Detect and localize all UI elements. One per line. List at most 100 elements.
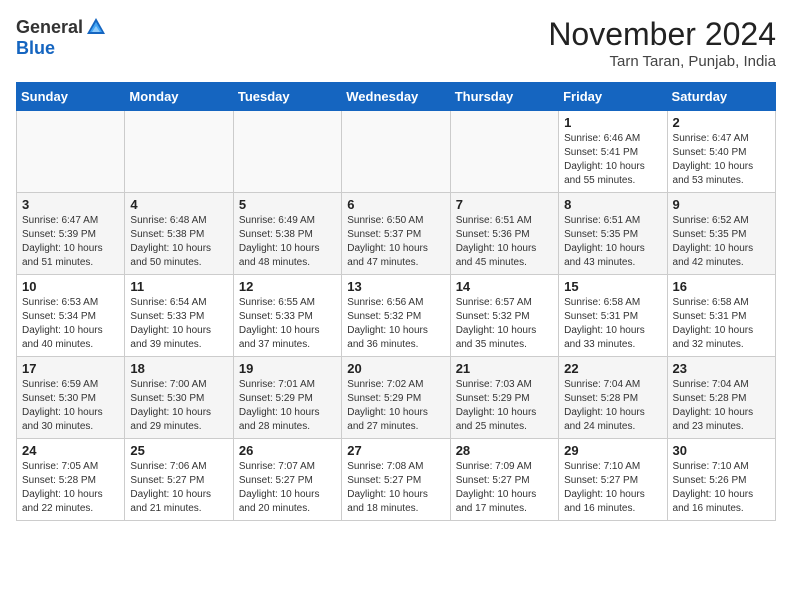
day-number: 30 — [673, 443, 770, 458]
day-info: Sunrise: 6:58 AM Sunset: 5:31 PM Dayligh… — [564, 296, 661, 352]
day-info: Sunrise: 6:57 AM Sunset: 5:32 PM Dayligh… — [456, 296, 553, 352]
day-info: Sunrise: 6:50 AM Sunset: 5:37 PM Dayligh… — [347, 214, 444, 270]
day-info: Sunrise: 6:46 AM Sunset: 5:41 PM Dayligh… — [564, 132, 661, 188]
calendar-cell: 12 Sunrise: 6:55 AM Sunset: 5:33 PM Dayli… — [233, 275, 341, 357]
day-info: Sunrise: 6:49 AM Sunset: 5:38 PM Dayligh… — [239, 214, 336, 270]
calendar-header-row: SundayMondayTuesdayWednesdayThursdayFrid… — [17, 83, 776, 111]
day-info: Sunrise: 7:03 AM Sunset: 5:29 PM Dayligh… — [456, 378, 553, 434]
calendar-cell: 24 Sunrise: 7:05 AM Sunset: 5:28 PM Dayli… — [17, 439, 125, 521]
day-number: 10 — [22, 279, 119, 294]
day-info: Sunrise: 6:47 AM Sunset: 5:39 PM Dayligh… — [22, 214, 119, 270]
month-title: November 2024 — [548, 16, 776, 53]
calendar-cell: 7Sunrise: 6:51 AM Sunset: 5:36 PM Daylig… — [450, 193, 558, 275]
day-info: Sunrise: 7:07 AM Sunset: 5:27 PM Dayligh… — [239, 460, 336, 516]
calendar-cell: 8Sunrise: 6:51 AM Sunset: 5:35 PM Daylig… — [559, 193, 667, 275]
day-number: 22 — [564, 361, 661, 376]
calendar-cell — [233, 111, 341, 193]
day-info: Sunrise: 7:09 AM Sunset: 5:27 PM Dayligh… — [456, 460, 553, 516]
calendar-cell — [342, 111, 450, 193]
logo-general-text: General — [16, 17, 83, 38]
calendar-week-row: 17Sunrise: 6:59 AM Sunset: 5:30 PM Dayli… — [17, 357, 776, 439]
day-number: 26 — [239, 443, 336, 458]
day-number: 6 — [347, 197, 444, 212]
calendar-cell: 13 Sunrise: 6:56 AM Sunset: 5:32 PM Dayli… — [342, 275, 450, 357]
day-info: Sunrise: 7:05 AM Sunset: 5:28 PM Dayligh… — [22, 460, 119, 516]
calendar-cell: 5 Sunrise: 6:49 AM Sunset: 5:38 PM Daylig… — [233, 193, 341, 275]
weekday-header: Monday — [125, 83, 233, 111]
day-info: Sunrise: 7:01 AM Sunset: 5:29 PM Dayligh… — [239, 378, 336, 434]
day-number: 29 — [564, 443, 661, 458]
weekday-header: Tuesday — [233, 83, 341, 111]
calendar-cell: 3 Sunrise: 6:47 AM Sunset: 5:39 PM Daylig… — [17, 193, 125, 275]
calendar-cell: 14Sunrise: 6:57 AM Sunset: 5:32 PM Dayli… — [450, 275, 558, 357]
calendar-cell: 21 Sunrise: 7:03 AM Sunset: 5:29 PM Dayli… — [450, 357, 558, 439]
day-info: Sunrise: 6:59 AM Sunset: 5:30 PM Dayligh… — [22, 378, 119, 434]
day-info: Sunrise: 6:51 AM Sunset: 5:36 PM Dayligh… — [456, 214, 553, 270]
day-info: Sunrise: 7:06 AM Sunset: 5:27 PM Dayligh… — [130, 460, 227, 516]
day-info: Sunrise: 6:58 AM Sunset: 5:31 PM Dayligh… — [673, 296, 770, 352]
weekday-header: Saturday — [667, 83, 775, 111]
day-number: 21 — [456, 361, 553, 376]
day-info: Sunrise: 7:10 AM Sunset: 5:27 PM Dayligh… — [564, 460, 661, 516]
logo-blue-text: Blue — [16, 38, 55, 59]
day-number: 2 — [673, 115, 770, 130]
page-header: General Blue November 2024 Tarn Taran, P… — [16, 16, 776, 70]
calendar-cell: 25Sunrise: 7:06 AM Sunset: 5:27 PM Dayli… — [125, 439, 233, 521]
day-number: 24 — [22, 443, 119, 458]
day-info: Sunrise: 7:02 AM Sunset: 5:29 PM Dayligh… — [347, 378, 444, 434]
day-number: 3 — [22, 197, 119, 212]
calendar-cell: 11 Sunrise: 6:54 AM Sunset: 5:33 PM Dayli… — [125, 275, 233, 357]
day-number: 5 — [239, 197, 336, 212]
calendar-cell: 19 Sunrise: 7:01 AM Sunset: 5:29 PM Dayli… — [233, 357, 341, 439]
day-number: 12 — [239, 279, 336, 294]
day-number: 15 — [564, 279, 661, 294]
day-number: 28 — [456, 443, 553, 458]
day-number: 9 — [673, 197, 770, 212]
calendar-week-row: 1 Sunrise: 6:46 AM Sunset: 5:41 PM Daylig… — [17, 111, 776, 193]
day-info: Sunrise: 6:55 AM Sunset: 5:33 PM Dayligh… — [239, 296, 336, 352]
day-info: Sunrise: 6:53 AM Sunset: 5:34 PM Dayligh… — [22, 296, 119, 352]
calendar-week-row: 3 Sunrise: 6:47 AM Sunset: 5:39 PM Daylig… — [17, 193, 776, 275]
calendar-cell — [17, 111, 125, 193]
calendar-cell: 4 Sunrise: 6:48 AM Sunset: 5:38 PM Daylig… — [125, 193, 233, 275]
day-number: 11 — [130, 279, 227, 294]
calendar-cell: 22 Sunrise: 7:04 AM Sunset: 5:28 PM Dayli… — [559, 357, 667, 439]
weekday-header: Sunday — [17, 83, 125, 111]
day-info: Sunrise: 6:47 AM Sunset: 5:40 PM Dayligh… — [673, 132, 770, 188]
calendar-cell — [125, 111, 233, 193]
weekday-header: Thursday — [450, 83, 558, 111]
day-number: 13 — [347, 279, 444, 294]
day-number: 27 — [347, 443, 444, 458]
calendar-cell: 6 Sunrise: 6:50 AM Sunset: 5:37 PM Daylig… — [342, 193, 450, 275]
day-info: Sunrise: 7:10 AM Sunset: 5:26 PM Dayligh… — [673, 460, 770, 516]
day-info: Sunrise: 6:52 AM Sunset: 5:35 PM Dayligh… — [673, 214, 770, 270]
calendar-cell: 28 Sunrise: 7:09 AM Sunset: 5:27 PM Dayli… — [450, 439, 558, 521]
day-info: Sunrise: 6:56 AM Sunset: 5:32 PM Dayligh… — [347, 296, 444, 352]
day-info: Sunrise: 7:04 AM Sunset: 5:28 PM Dayligh… — [564, 378, 661, 434]
calendar-cell: 18Sunrise: 7:00 AM Sunset: 5:30 PM Dayli… — [125, 357, 233, 439]
calendar-week-row: 10 Sunrise: 6:53 AM Sunset: 5:34 PM Dayli… — [17, 275, 776, 357]
calendar-cell: 1 Sunrise: 6:46 AM Sunset: 5:41 PM Daylig… — [559, 111, 667, 193]
day-number: 20 — [347, 361, 444, 376]
logo-icon — [85, 16, 107, 38]
calendar-cell: 30 Sunrise: 7:10 AM Sunset: 5:26 PM Dayli… — [667, 439, 775, 521]
calendar-cell: 9 Sunrise: 6:52 AM Sunset: 5:35 PM Daylig… — [667, 193, 775, 275]
day-info: Sunrise: 6:48 AM Sunset: 5:38 PM Dayligh… — [130, 214, 227, 270]
calendar-cell: 29 Sunrise: 7:10 AM Sunset: 5:27 PM Dayli… — [559, 439, 667, 521]
day-info: Sunrise: 6:54 AM Sunset: 5:33 PM Dayligh… — [130, 296, 227, 352]
day-info: Sunrise: 7:08 AM Sunset: 5:27 PM Dayligh… — [347, 460, 444, 516]
day-info: Sunrise: 7:04 AM Sunset: 5:28 PM Dayligh… — [673, 378, 770, 434]
day-number: 4 — [130, 197, 227, 212]
day-number: 19 — [239, 361, 336, 376]
calendar-table: SundayMondayTuesdayWednesdayThursdayFrid… — [16, 82, 776, 521]
calendar-cell: 15 Sunrise: 6:58 AM Sunset: 5:31 PM Dayli… — [559, 275, 667, 357]
logo: General Blue — [16, 16, 107, 59]
calendar-cell: 17Sunrise: 6:59 AM Sunset: 5:30 PM Dayli… — [17, 357, 125, 439]
calendar-cell: 10 Sunrise: 6:53 AM Sunset: 5:34 PM Dayli… — [17, 275, 125, 357]
location: Tarn Taran, Punjab, India — [548, 53, 776, 70]
day-number: 1 — [564, 115, 661, 130]
day-info: Sunrise: 6:51 AM Sunset: 5:35 PM Dayligh… — [564, 214, 661, 270]
calendar-cell — [450, 111, 558, 193]
day-info: Sunrise: 7:00 AM Sunset: 5:30 PM Dayligh… — [130, 378, 227, 434]
weekday-header: Friday — [559, 83, 667, 111]
